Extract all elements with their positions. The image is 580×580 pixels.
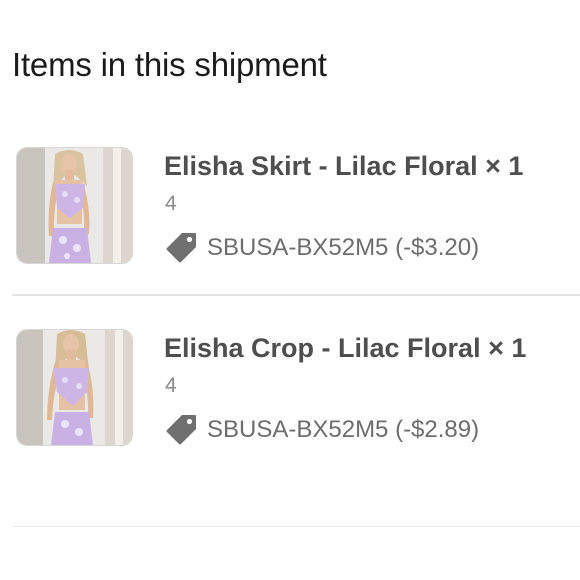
section-divider (12, 526, 580, 527)
product-image[interactable] (16, 147, 133, 264)
discount-code: SBUSA-BX52M5 (-$2.89) (207, 415, 480, 443)
item-divider (12, 294, 580, 296)
item-quantity: 4 (165, 374, 177, 397)
discount-line: SBUSA-BX52M5 (-$2.89) (165, 413, 479, 446)
product-image[interactable] (16, 329, 133, 446)
product-photo-skirt (17, 148, 132, 263)
section-title: Items in this shipment (12, 46, 327, 83)
product-photo-crop (17, 330, 132, 445)
item-quantity: 4 (165, 192, 177, 215)
item-name[interactable]: Elisha Crop - Lilac Floral × 1 (164, 333, 526, 364)
shipment-item[interactable]: Elisha Skirt - Lilac Floral × 1 4 SBUSA-… (0, 145, 580, 270)
shipment-items-screen: Items in this shipment Elisha Skirt - Li… (0, 0, 580, 580)
item-name[interactable]: Elisha Skirt - Lilac Floral × 1 (164, 151, 523, 182)
tag-icon (165, 231, 198, 264)
tag-icon (165, 413, 198, 446)
discount-code: SBUSA-BX52M5 (-$3.20) (207, 233, 480, 261)
discount-line: SBUSA-BX52M5 (-$3.20) (165, 231, 479, 264)
shipment-item[interactable]: Elisha Crop - Lilac Floral × 1 4 SBUSA-B… (0, 327, 580, 452)
